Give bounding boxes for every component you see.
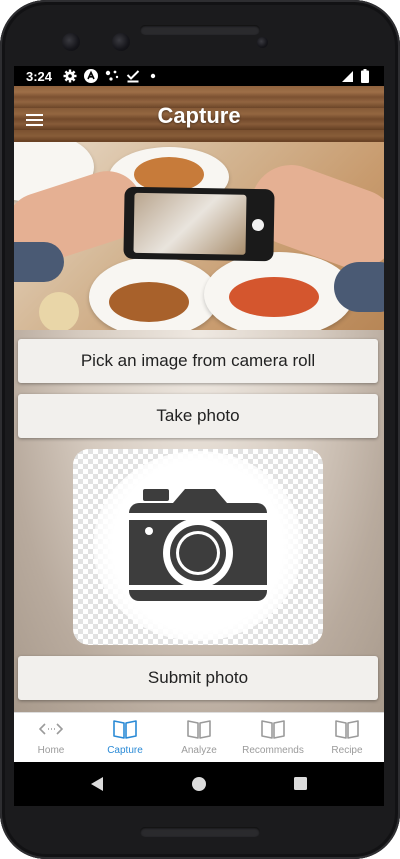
hero-food-photo	[14, 142, 384, 330]
front-camera-left	[62, 33, 80, 51]
app-bar: Capture	[14, 86, 384, 142]
notification-dot-icon	[150, 73, 156, 79]
back-icon[interactable]	[90, 777, 104, 791]
home-circle-icon[interactable]	[192, 777, 206, 791]
code-arrows-icon	[39, 723, 63, 735]
tab-analyze[interactable]: Analyze	[162, 713, 236, 763]
battery-icon	[361, 69, 369, 83]
app-logo-icon	[84, 69, 98, 83]
page-title: Capture	[157, 103, 241, 128]
tab-capture[interactable]: Capture	[88, 713, 162, 763]
book-open-icon	[113, 720, 137, 739]
tab-home-label: Home	[37, 745, 65, 756]
tab-recommends-label: Recommends	[242, 745, 304, 756]
top-speaker	[140, 25, 260, 35]
phone-frame: 3:24 Capture Pick an image from camera r…	[0, 0, 400, 859]
submit-photo-button[interactable]: Submit photo	[18, 656, 378, 700]
tab-capture-label: Capture	[107, 745, 143, 756]
recent-apps-icon[interactable]	[294, 777, 307, 790]
sensor-dot	[257, 37, 268, 48]
tab-analyze-label: Analyze	[181, 745, 217, 756]
book-open-icon	[261, 720, 285, 739]
status-time: 3:24	[26, 69, 53, 84]
take-photo-button[interactable]: Take photo	[18, 394, 378, 438]
status-bar: 3:24	[14, 66, 384, 86]
tab-recommends[interactable]: Recommends	[236, 713, 310, 763]
system-navigation-bar	[14, 762, 384, 806]
bottom-tab-bar: Home Capture Analyze Recommends Recipe	[14, 712, 384, 763]
camera-icon	[129, 489, 267, 601]
screen: 3:24 Capture Pick an image from camera r…	[14, 66, 384, 806]
tab-home[interactable]: Home	[14, 713, 88, 763]
bottom-speaker	[140, 827, 260, 837]
tab-recipe-label: Recipe	[331, 745, 363, 756]
book-open-icon	[335, 720, 359, 739]
book-open-icon	[187, 720, 211, 739]
connection-dots-icon	[105, 70, 119, 81]
settings-gear-icon	[63, 69, 77, 83]
signal-icon	[342, 71, 353, 82]
phone-in-photo	[123, 186, 275, 262]
photo-preview-placeholder	[73, 449, 323, 645]
capture-content: Pick an image from camera roll Take phot…	[14, 142, 384, 712]
download-done-icon	[126, 70, 140, 83]
pick-image-button[interactable]: Pick an image from camera roll	[18, 339, 378, 383]
front-camera-right	[112, 33, 130, 51]
tab-recipe[interactable]: Recipe	[310, 713, 384, 763]
